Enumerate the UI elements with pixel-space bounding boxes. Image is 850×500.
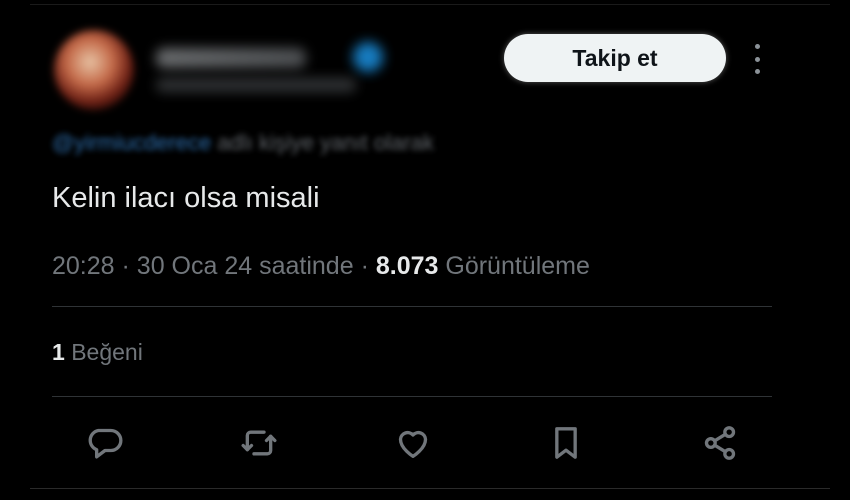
like-button[interactable] [390,420,436,466]
views-count: 8.073 [375,252,439,280]
likes-link[interactable]: 1 Beğeni [52,339,143,366]
repost-button[interactable] [236,420,282,466]
divider [52,396,772,397]
reply-button[interactable] [82,420,128,466]
bottom-divider [30,488,830,489]
tweet-time[interactable]: 20:28 [52,252,115,280]
top-divider [30,4,830,5]
meta-separator: · [121,252,130,280]
likes-label: Beğeni [71,339,143,365]
share-icon [704,426,736,460]
repost-icon [241,430,277,456]
display-name-blurred[interactable] [156,48,306,68]
follow-button[interactable]: Takip et [504,34,726,82]
reply-icon [88,428,123,459]
reply-context: @yirmiucderece adlı kişiye yanıt olarak [52,130,572,158]
bookmark-button[interactable] [543,420,589,466]
more-options-icon[interactable] [748,44,766,74]
tweet-text: Kelin ilacı olsa misali [52,182,320,214]
tweet-screenshot: Takip et @yirmiucderece adlı kişiye yanı… [0,0,850,500]
tweet-header: Takip et [48,18,828,118]
views-label: Görüntüleme [445,252,590,280]
action-bar [0,420,850,466]
heart-icon [398,430,428,458]
tweet-date[interactable]: 30 Oca 24 saatinde [137,252,354,280]
username-blurred[interactable] [156,78,356,92]
reply-context-text: adlı kişiye yanıt olarak [217,130,434,155]
tweet-meta: 20:28 · 30 Oca 24 saatinde · 8.073 Görün… [52,252,590,281]
bookmark-icon [555,427,577,459]
divider [52,306,772,307]
share-button[interactable] [697,420,743,466]
avatar[interactable] [54,30,134,110]
likes-count: 1 [52,339,65,365]
meta-separator: · [360,252,369,280]
reply-handle-link[interactable]: @yirmiucderece [52,130,211,155]
verified-badge-icon [353,42,383,72]
